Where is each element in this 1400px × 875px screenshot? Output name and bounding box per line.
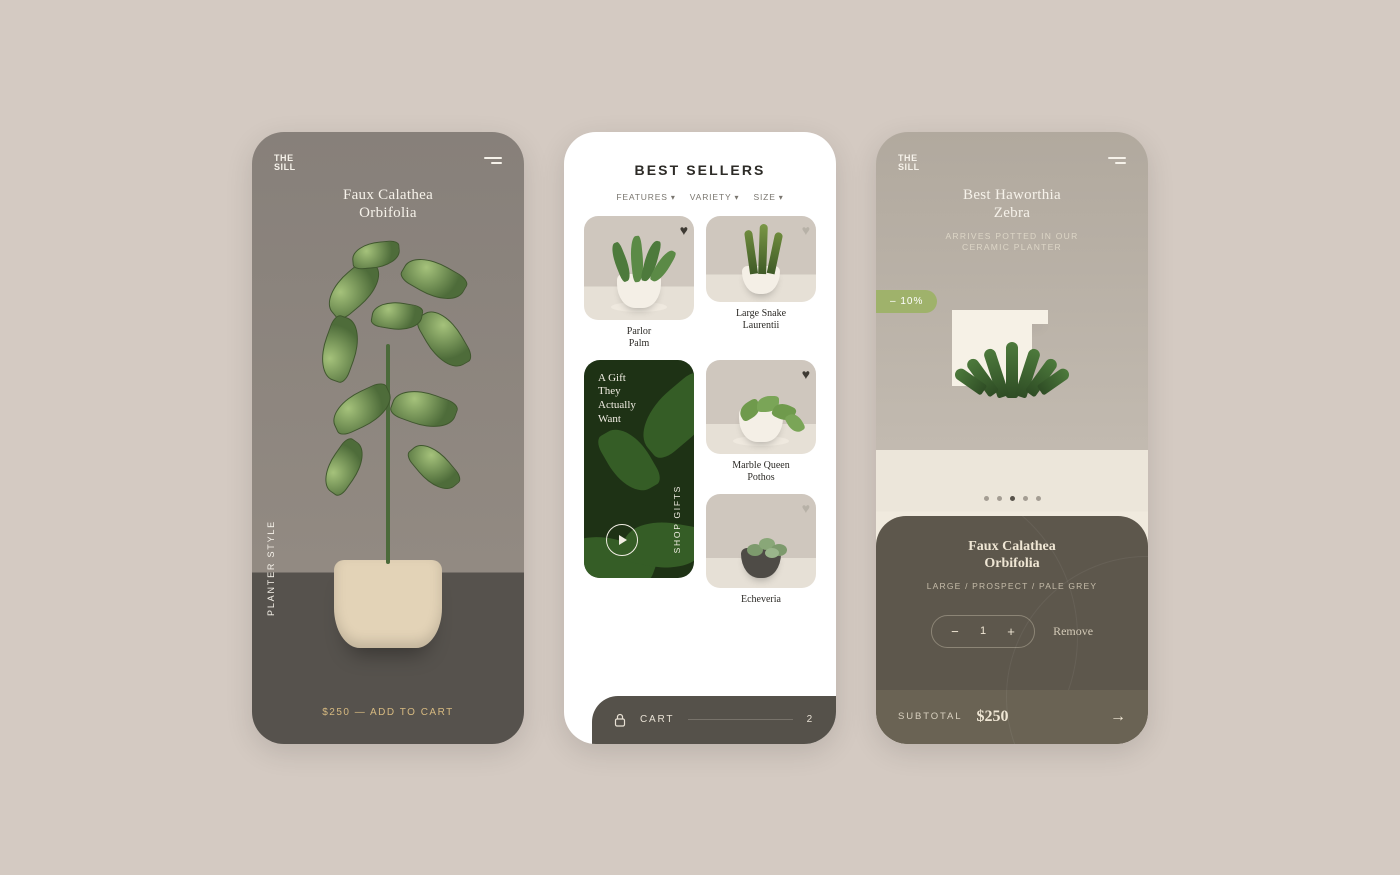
brand-line: SILL: [898, 163, 920, 172]
product-name: ParlorPalm: [627, 326, 651, 350]
product-subtitle: ARRIVES POTTED IN OURCERAMIC PLANTER: [876, 231, 1148, 254]
favorite-icon[interactable]: ♥: [680, 222, 688, 238]
play-icon[interactable]: [606, 524, 638, 556]
product-title: Best HaworthiaZebra: [876, 186, 1148, 224]
qty-value: 1: [980, 625, 986, 637]
header: THE SILL: [252, 132, 524, 173]
product-grid: ♥ ParlorPalm ♥: [584, 216, 816, 606]
subtotal-label: SUBTOTAL: [898, 711, 962, 722]
qty-increment[interactable]: +: [1004, 624, 1018, 639]
favorite-icon[interactable]: ♥: [802, 500, 810, 516]
product-image: [952, 310, 1072, 460]
cart-screen: THE SILL Best HaworthiaZebra ARRIVES POT…: [876, 132, 1148, 744]
cart-panel: Faux CalatheaOrbifolia LARGE / PROSPECT …: [876, 516, 1148, 744]
subtotal-amount: $250: [976, 708, 1008, 726]
cart-bar[interactable]: CART 2: [592, 696, 836, 744]
product-thumb: ♥: [706, 494, 816, 588]
filter-size[interactable]: SIZE: [753, 192, 783, 202]
remove-button[interactable]: Remove: [1053, 624, 1093, 639]
product-name: Large SnakeLaurentii: [736, 308, 786, 332]
product-thumb: ♥: [584, 216, 694, 320]
product-thumb: ♥: [706, 360, 816, 454]
filter-row: FEATURES VARIETY SIZE: [584, 192, 816, 202]
favorite-icon[interactable]: ♥: [802, 366, 810, 382]
gift-banner[interactable]: A Gift They Actually Want SHOP GIFTS: [584, 360, 694, 578]
brand-logo[interactable]: THE SILL: [274, 154, 296, 173]
product-card-marble-queen[interactable]: ♥ Marble QueenPothos: [706, 360, 816, 484]
filter-features[interactable]: FEATURES: [616, 192, 675, 202]
product-thumb: ♥: [706, 216, 816, 302]
product-name: Marble QueenPothos: [732, 460, 789, 484]
shop-gifts-label[interactable]: SHOP GIFTS: [672, 485, 682, 553]
cart-label: CART: [640, 714, 674, 725]
discount-badge: – 10%: [876, 290, 937, 313]
cart-item-variant: LARGE / PROSPECT / PALE GREY: [898, 581, 1126, 591]
qty-decrement[interactable]: −: [948, 624, 962, 639]
quantity-row: − 1 + Remove: [898, 615, 1126, 648]
subtotal-bar: SUBTOTAL $250 →: [876, 690, 1148, 744]
brand-line: SILL: [274, 163, 296, 172]
carousel-dots[interactable]: [876, 496, 1148, 501]
product-card-echeveria[interactable]: ♥ Echeveria: [706, 494, 816, 606]
filter-variety[interactable]: VARIETY: [690, 192, 740, 202]
best-sellers-screen: BEST SELLERS FEATURES VARIETY SIZE ♥: [564, 132, 836, 744]
lock-icon: [614, 713, 626, 727]
checkout-arrow-icon[interactable]: →: [1110, 708, 1126, 726]
cart-count: 2: [807, 714, 814, 725]
page-heading: BEST SELLERS: [584, 162, 816, 178]
quantity-stepper: − 1 +: [931, 615, 1035, 648]
brand-logo[interactable]: THE SILL: [898, 154, 920, 173]
cart-item-name: Faux CalatheaOrbifolia: [898, 538, 1126, 573]
add-to-cart-button[interactable]: $250 — ADD TO CART: [252, 707, 524, 718]
favorite-icon[interactable]: ♥: [802, 222, 810, 238]
menu-icon[interactable]: [1108, 154, 1126, 167]
product-card-parlor-palm[interactable]: ♥ ParlorPalm: [584, 216, 694, 350]
product-card-snake-laurentii[interactable]: ♥ Large SnakeLaurentii: [706, 216, 816, 350]
product-detail-screen: THE SILL Faux Calathea Orbifolia PLANTER…: [252, 132, 524, 744]
header: THE SILL: [876, 132, 1148, 173]
menu-icon[interactable]: [484, 154, 502, 167]
product-image: [252, 132, 524, 744]
divider: [688, 719, 792, 720]
product-name: Echeveria: [741, 594, 781, 606]
